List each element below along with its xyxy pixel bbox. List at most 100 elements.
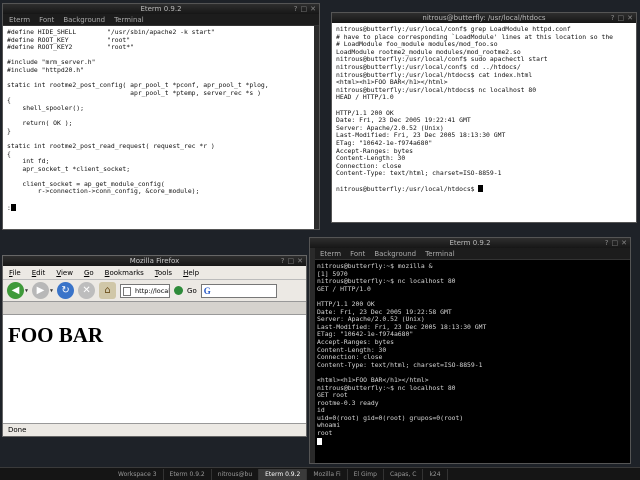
menu-view[interactable]: View [56,266,73,279]
terminal-prompt-line[interactable]: nitrous@butterfly:/usr/local/htdocs$ [336,185,632,194]
editor-terminal-window[interactable]: Eterm 0.9.2 ? □ ✕ Eterm Font Background Te… [2,3,320,230]
minimize-icon[interactable]: ? [281,256,285,266]
taskbar-item[interactable]: k24 [423,468,448,480]
terminal-line: nitrous@butterfly:~$ mozilla & [317,262,433,270]
taskbar-item[interactable]: Eterm 0.9.2 [164,468,212,480]
editor-text-area[interactable]: #define HIDE_SHELL "/usr/sbin/apache2 -k… [3,26,319,229]
minimize-icon[interactable]: ? [611,13,615,23]
close-icon[interactable]: ✕ [621,238,627,248]
shell-title: Eterm 0.9.2 [449,239,491,247]
editor-line: return( OK ); [7,119,73,128]
maximize-icon[interactable]: □ [618,13,625,23]
firefox-menubar: File Edit View Go Bookmarks Tools Help [3,266,306,280]
htdocs-titlebar[interactable]: nitrous@butterfly: /usr/local/htdocs ? □ ✕ [332,13,636,23]
menu-eterm[interactable]: Eterm [9,14,30,25]
maximize-icon[interactable]: □ [612,238,619,248]
firefox-toolbar: ◀ ▼ ▶ ▼ ↻ ✕ ⌂ http://locall Go G [3,280,306,302]
editor-line: r->connection->conn_config, &core_module… [7,187,200,196]
status-bar: Done [3,423,306,436]
menu-background[interactable]: Background [63,14,105,25]
menu-tools[interactable]: Tools [155,266,172,279]
page-heading: FOO BAR [8,323,104,347]
taskbar: Workspace 3 Eterm 0.9.2 nitrous@bu Eterm… [0,467,640,480]
page-icon [123,286,132,296]
status-text: Done [8,426,27,434]
minimize-icon[interactable]: ? [294,4,298,14]
maximize-icon[interactable]: □ [301,4,308,14]
firefox-titlebar[interactable]: Mozilla Firefox ? □ ✕ [3,256,306,266]
text-cursor [478,185,484,193]
firefox-window[interactable]: Mozilla Firefox ? □ ✕ File Edit View Go Bo… [2,255,307,437]
taskbar-item[interactable]: Capas, C [384,468,424,480]
terminal-line: root [317,429,333,438]
reload-icon[interactable]: ↻ [57,282,75,299]
home-icon[interactable]: ⌂ [99,282,117,299]
editor-line: } [7,126,11,135]
editor-command-line[interactable]: : [7,203,315,213]
terminal-input-line[interactable] [317,437,626,447]
taskbar-item[interactable]: nitrous@bu [212,468,260,480]
terminal-line: rootme-0.3 ready [317,398,379,407]
menu-background[interactable]: Background [374,248,416,259]
htdocs-title: nitrous@butterfly: /usr/local/htdocs [422,14,546,22]
chevron-down-icon[interactable]: ▼ [25,288,28,294]
text-cursor [10,203,16,211]
menu-edit[interactable]: Edit [32,266,46,279]
terminal-line: Content-Type: text/html; charset=ISO-885… [317,360,483,369]
menu-go[interactable]: Go [84,266,94,279]
editor-menubar: Eterm Font Background Terminal [3,14,319,26]
chevron-down-icon[interactable]: ▼ [50,288,53,294]
shell-scrollbar[interactable] [310,248,315,463]
menu-eterm[interactable]: Eterm [320,248,341,259]
menu-font[interactable]: Font [39,14,54,25]
taskbar-item[interactable]: Mozilla Fi [307,468,348,480]
page-content[interactable]: FOO BAR [3,314,306,423]
terminal-line: nitrous@butterfly:~$ nc localhost 80 [317,383,456,392]
htdocs-terminal-window[interactable]: nitrous@butterfly: /usr/local/htdocs ? □ ✕… [331,12,637,223]
editor-line: #define ROOT_KEY2 "root*" [7,43,134,52]
editor-title: Eterm 0.9.2 [140,5,182,13]
google-icon: G [203,285,211,296]
editor-line: shell_spooler(); [7,103,84,112]
taskbar-item-active[interactable]: Eterm 0.9.2 [259,468,308,480]
menu-terminal[interactable]: Terminal [114,14,144,25]
menu-font[interactable]: Font [350,248,365,259]
back-icon[interactable]: ◀ [7,282,24,299]
menu-bookmarks[interactable]: Bookmarks [105,266,144,279]
go-button[interactable]: Go [187,287,197,295]
taskbar-item[interactable]: El Gimp [348,468,384,480]
htdocs-text-area[interactable]: nitrous@butterfly:/usr/local/conf$ grep … [332,23,636,222]
text-cursor [317,437,322,445]
shell-titlebar[interactable]: Eterm 0.9.2 ? □ ✕ [310,238,630,248]
url-field[interactable]: http://locall [120,283,171,298]
shell-text-area[interactable]: nitrous@butterfly:~$ mozilla & [1] 5970 ni… [315,260,630,463]
terminal-line: uid=0(root) gid=0(root) grupos=0(root) [317,413,464,422]
terminal-line: GET / HTTP/1.0 [317,284,371,293]
minimize-icon[interactable]: ? [605,238,609,248]
maximize-icon[interactable]: □ [288,256,295,266]
terminal-line: Content-Type: text/html; charset=ISO-885… [336,169,502,178]
close-icon[interactable]: ✕ [310,4,316,14]
shell-terminal-window[interactable]: Eterm 0.9.2 ? □ ✕ Eterm Font Background Te… [309,237,631,464]
close-icon[interactable]: ✕ [627,13,633,23]
editor-line: #include "httpd20.h" [7,65,84,74]
editor-scrollbar[interactable] [314,26,319,229]
firefox-title: Mozilla Firefox [129,257,180,265]
terminal-line: HEAD / HTTP/1.0 [336,93,394,102]
menu-help[interactable]: Help [183,266,199,279]
search-input[interactable]: G [200,283,277,298]
stop-icon[interactable]: ✕ [78,282,96,299]
close-icon[interactable]: ✕ [297,256,303,266]
editor-titlebar[interactable]: Eterm 0.9.2 ? □ ✕ [3,4,319,14]
editor-line: apr_socket_t *client_socket; [7,164,131,173]
menu-file[interactable]: File [9,266,21,279]
menu-terminal[interactable]: Terminal [425,248,455,259]
shell-menubar: Eterm Font Background Terminal [310,248,630,260]
forward-icon[interactable]: ▶ [32,282,50,299]
terminal-line: whoami [317,421,341,430]
go-icon[interactable] [174,286,184,295]
editor-line: static int rootme2_post_read_request( re… [7,141,215,150]
workspace-switcher[interactable]: Workspace 3 [112,468,164,480]
